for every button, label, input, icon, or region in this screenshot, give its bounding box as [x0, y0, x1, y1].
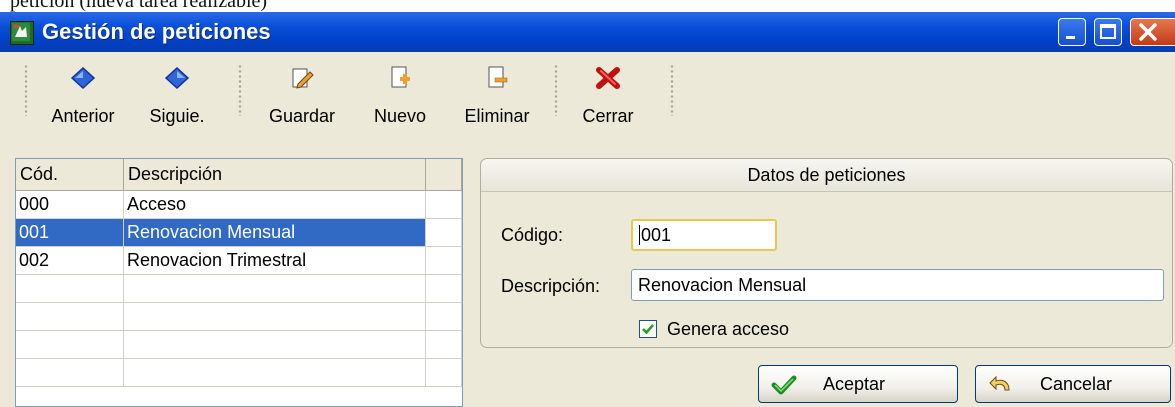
- cell-code[interactable]: [16, 303, 124, 330]
- accept-label: Aceptar: [823, 374, 886, 394]
- green-check-icon: [771, 375, 797, 395]
- cell-code[interactable]: 002: [16, 247, 124, 274]
- request-data-group: Datos de peticiones Código: 001 Descripc…: [480, 158, 1173, 348]
- accept-button[interactable]: Aceptar: [758, 365, 958, 403]
- cancel-label: Cancelar: [1040, 374, 1113, 394]
- cell-empty[interactable]: [426, 359, 462, 386]
- cell-empty[interactable]: [426, 303, 462, 330]
- cell-code[interactable]: [16, 331, 124, 358]
- cell-code[interactable]: [16, 275, 124, 302]
- table-row[interactable]: [16, 275, 462, 303]
- save-button[interactable]: Guardar: [257, 52, 347, 150]
- cell-empty[interactable]: [426, 331, 462, 358]
- table-row[interactable]: 000 Acceso: [16, 191, 462, 219]
- cell-code[interactable]: 001: [16, 219, 124, 246]
- cell-description[interactable]: [124, 331, 426, 358]
- edit-pencil-icon: [292, 68, 314, 89]
- cell-description[interactable]: Renovacion Trimestral: [124, 247, 426, 274]
- delete-document-icon: [488, 66, 508, 88]
- cancel-button[interactable]: Cancelar: [975, 365, 1171, 403]
- checkmark-icon: [642, 324, 654, 335]
- peticiones-window: Gestión de peticiones Anterior Siguie. G…: [0, 12, 1175, 407]
- maximize-button[interactable]: [1094, 18, 1122, 46]
- group-title: Datos de peticiones: [481, 159, 1172, 192]
- toolbar-separator: [238, 64, 242, 116]
- previous-label: Anterior: [51, 106, 115, 126]
- code-field-value: 001: [641, 225, 672, 245]
- header-code[interactable]: Cód.: [16, 159, 124, 190]
- grid-header: Cód. Descripción: [16, 159, 462, 191]
- minimize-button[interactable]: [1058, 18, 1086, 46]
- close-label: Cerrar: [582, 106, 634, 126]
- code-label: Código:: [501, 225, 564, 245]
- new-label: Nuevo: [373, 106, 427, 126]
- generates-access-checkbox[interactable]: [639, 320, 657, 338]
- header-empty[interactable]: [426, 159, 462, 190]
- close-window-button[interactable]: [1130, 18, 1175, 46]
- new-button[interactable]: Nuevo: [360, 52, 440, 150]
- table-row[interactable]: 002 Renovacion Trimestral: [16, 247, 462, 275]
- arrow-right-icon: [164, 66, 190, 90]
- cell-description[interactable]: [124, 359, 426, 386]
- cell-empty[interactable]: [426, 247, 462, 274]
- cell-description[interactable]: Acceso: [124, 191, 426, 218]
- cell-empty[interactable]: [426, 219, 462, 246]
- cell-description[interactable]: Renovacion Mensual: [124, 219, 426, 246]
- title-bar[interactable]: Gestión de peticiones: [0, 12, 1175, 52]
- table-row[interactable]: [16, 303, 462, 331]
- description-field[interactable]: Renovacion Mensual: [631, 269, 1164, 301]
- next-button[interactable]: Siguie.: [142, 52, 212, 150]
- table-row[interactable]: [16, 359, 462, 387]
- cell-code[interactable]: [16, 359, 124, 386]
- cell-empty[interactable]: [426, 191, 462, 218]
- toolbar-grip[interactable]: [24, 64, 28, 116]
- header-description[interactable]: Descripción: [124, 159, 426, 190]
- new-document-icon: [391, 66, 410, 88]
- delete-label: Eliminar: [464, 106, 530, 126]
- toolbar: Anterior Siguie. Guardar Nuevo Eliminar …: [0, 52, 1175, 150]
- save-label: Guardar: [268, 106, 336, 126]
- red-x-icon: [596, 67, 620, 89]
- next-label: Siguie.: [149, 106, 205, 126]
- generates-access-label[interactable]: Genera acceso: [667, 319, 789, 340]
- arrow-left-icon: [70, 66, 96, 90]
- toolbar-separator: [554, 64, 558, 116]
- delete-button[interactable]: Eliminar: [454, 52, 540, 150]
- close-button[interactable]: Cerrar: [572, 52, 644, 150]
- text-caret: [639, 225, 640, 245]
- window-title: Gestión de peticiones: [42, 19, 271, 44]
- table-row[interactable]: 001 Renovacion Mensual: [16, 219, 462, 247]
- requests-grid[interactable]: Cód. Descripción 000 Acceso 001 Renovaci…: [15, 158, 463, 407]
- cell-code[interactable]: 000: [16, 191, 124, 218]
- cell-empty[interactable]: [426, 275, 462, 302]
- undo-arrow-icon: [989, 375, 1010, 391]
- app-icon: [10, 21, 34, 45]
- cell-description[interactable]: [124, 275, 426, 302]
- description-label: Descripción:: [501, 276, 601, 296]
- toolbar-end-grip: [670, 64, 674, 116]
- previous-button[interactable]: Anterior: [38, 52, 128, 150]
- cell-description[interactable]: [124, 303, 426, 330]
- background-document-text: petición (nueva tarea realizable): [10, 0, 268, 12]
- background-document-strip: petición (nueva tarea realizable): [0, 0, 1175, 12]
- code-field[interactable]: 001: [631, 219, 777, 251]
- table-row[interactable]: [16, 331, 462, 359]
